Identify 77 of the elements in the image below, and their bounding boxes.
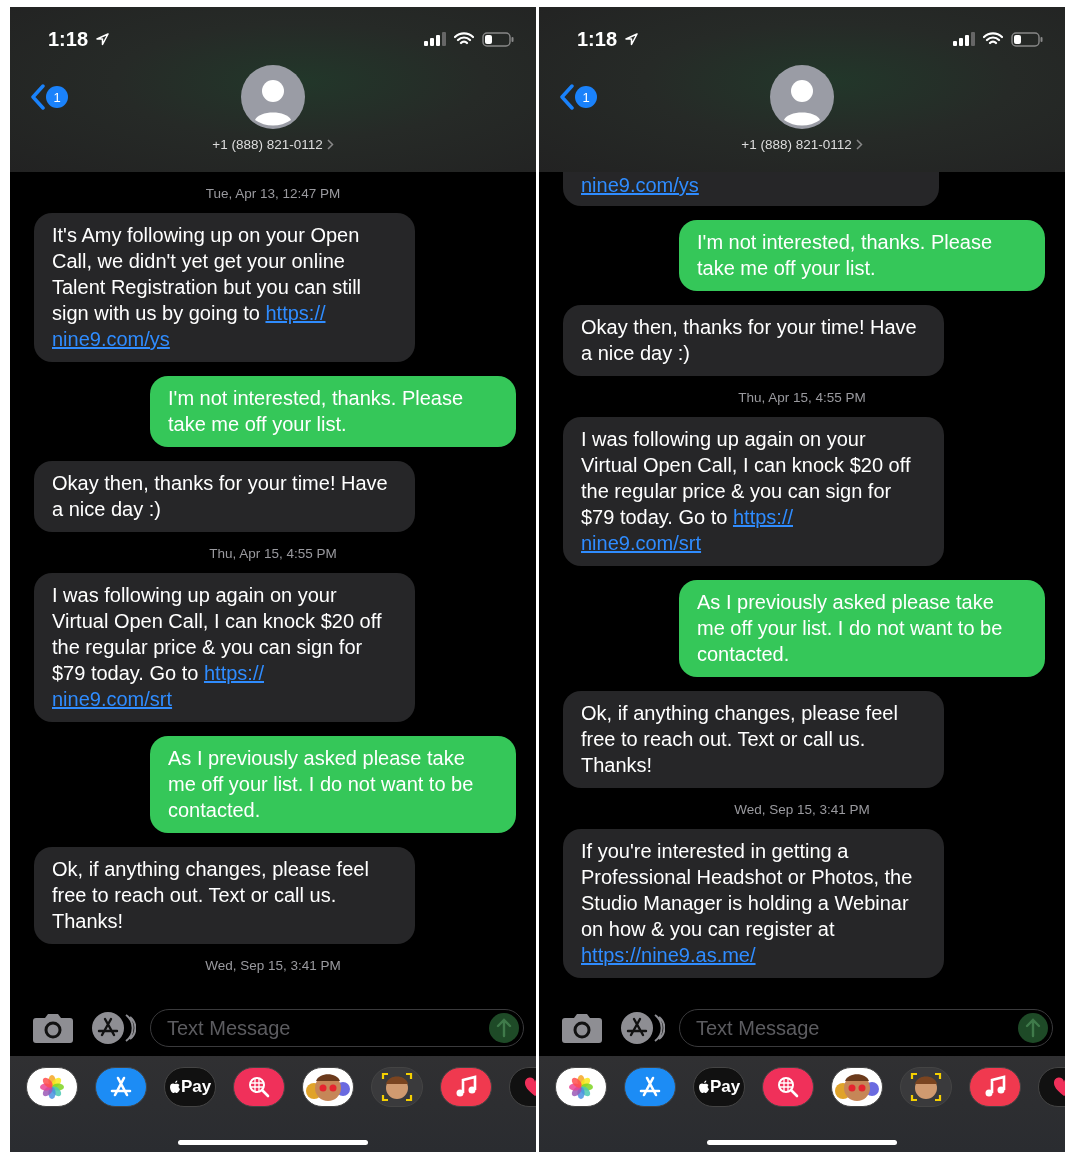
sent-message-bubble: I'm not interested, thanks. Please take me off your list. — [679, 220, 1045, 291]
sent-message-bubble: As I previously asked please take me off your list. I do not want to be contacted. — [150, 736, 516, 833]
message-input-field[interactable]: Text Message — [679, 1009, 1053, 1047]
chevron-right-icon — [326, 139, 334, 150]
chevron-right-icon — [855, 139, 863, 150]
message-link[interactable]: https:// — [203, 662, 264, 684]
wifi-icon — [454, 32, 474, 46]
music-note-icon — [984, 1075, 1006, 1099]
apple-logo-icon — [697, 1080, 710, 1094]
app-button[interactable] — [26, 1067, 78, 1107]
message-link[interactable]: nine9.com/srt — [581, 532, 702, 554]
signal-icon — [424, 32, 446, 46]
sent-message-bubble: I'm not interested, thanks. Please take me off your list. — [150, 376, 516, 447]
flower-icon — [568, 1074, 594, 1100]
chevron-left-icon — [30, 84, 46, 110]
message-timestamp: Tue, Apr 13, 12:47 PM — [205, 186, 341, 201]
received-message-bubble: Okay then, thanks for your time! Have a nice day :) — [34, 461, 415, 532]
received-message-bubble: It's Amy following up on your Open Call, we didn't yet get your online Talent Registration but you can still sign with us by going to https:// nine9.com/ys — [34, 213, 415, 362]
received-message-bubble: If you're interested in getting a Professional Headshot or Photos, the Studio Manager is holding a Webinar on how & you can register at https://nine9.as.me/ — [563, 829, 944, 978]
message-timestamp: Wed, Sep 15, 3:41 PM — [734, 802, 870, 817]
message-link[interactable]: nine9.com/ys — [52, 328, 170, 350]
app-button[interactable] — [831, 1067, 883, 1107]
message-input-field[interactable]: Text Message — [150, 1009, 524, 1047]
app-button[interactable] — [440, 1067, 492, 1107]
location-arrow-icon — [96, 32, 110, 46]
pay-label: Pay — [709, 1077, 741, 1097]
contact-number[interactable]: +1 (888) 821-0112 — [741, 137, 863, 152]
app-button[interactable] — [624, 1067, 676, 1107]
pay-label: Pay — [180, 1077, 212, 1097]
app-store-icon — [109, 1076, 133, 1098]
message-link[interactable]: https://nine9.as.me/ — [581, 944, 756, 966]
contact-number[interactable]: +1 (888) 821-0112 — [212, 137, 334, 152]
status-time: 1:18 — [577, 27, 618, 51]
message-link[interactable]: nine9.com/ys — [581, 174, 699, 196]
unread-badge: 1 — [46, 86, 68, 108]
camera-icon[interactable] — [32, 1012, 74, 1044]
received-message-bubble: Okay then, thanks for your time! Have a nice day :) — [563, 305, 944, 376]
unread-badge: 1 — [575, 86, 597, 108]
app-button[interactable]: Pay — [164, 1067, 216, 1107]
app-button[interactable] — [900, 1067, 952, 1107]
wifi-icon — [983, 32, 1003, 46]
avatar-icon[interactable] — [241, 65, 305, 129]
received-message-bubble: Ok, if anything changes, please feel free to reach out. Text or call us. Thanks! — [34, 847, 415, 944]
avatar-icon[interactable] — [770, 65, 834, 129]
chevron-left-icon — [559, 84, 575, 110]
location-arrow-icon — [625, 32, 639, 46]
apple-logo-icon — [168, 1080, 181, 1094]
received-message-bubble: I was following up again on your Virtual Open Call, I can knock $20 off the regular price & you can sign for $79 today. Go to https:// nine9.com/srt — [34, 573, 415, 722]
message-timestamp: Wed, Sep 15, 3:41 PM — [205, 958, 341, 973]
app-button[interactable] — [233, 1067, 285, 1107]
message-timestamp: Thu, Apr 15, 4:55 PM — [738, 390, 866, 405]
received-message-bubble: I was following up again on your Virtual Open Call, I can knock $20 off the regular price & you can sign for $79 today. Go to https:// nine9.com/srt — [563, 417, 944, 566]
battery-icon — [1011, 31, 1043, 47]
app-button[interactable] — [762, 1067, 814, 1107]
signal-icon — [953, 32, 975, 46]
back-button[interactable]: 1 — [559, 84, 597, 110]
camera-icon[interactable] — [561, 1012, 603, 1044]
back-button[interactable]: 1 — [30, 84, 68, 110]
app-button[interactable] — [969, 1067, 1021, 1107]
app-button[interactable] — [95, 1067, 147, 1107]
app-button[interactable] — [555, 1067, 607, 1107]
message-link[interactable]: nine9.com/srt — [52, 688, 173, 710]
sent-message-bubble: As I previously asked please take me off your list. I do not want to be contacted. — [679, 580, 1045, 677]
message-timestamp: Thu, Apr 15, 4:55 PM — [209, 546, 337, 561]
app-button[interactable] — [302, 1067, 354, 1107]
app-store-icon — [638, 1076, 662, 1098]
message-link[interactable]: https:// — [265, 302, 326, 324]
app-button[interactable] — [371, 1067, 423, 1107]
globe-search-icon — [246, 1074, 272, 1100]
battery-icon — [482, 31, 514, 47]
music-note-icon — [455, 1075, 477, 1099]
message-link[interactable]: https:// — [732, 506, 793, 528]
globe-search-icon — [775, 1074, 801, 1100]
status-time: 1:18 — [48, 27, 89, 51]
received-message-bubble: Ok, if anything changes, please feel free to reach out. Text or call us. Thanks! — [563, 691, 944, 788]
flower-icon — [39, 1074, 65, 1100]
app-button[interactable]: Pay — [693, 1067, 745, 1107]
